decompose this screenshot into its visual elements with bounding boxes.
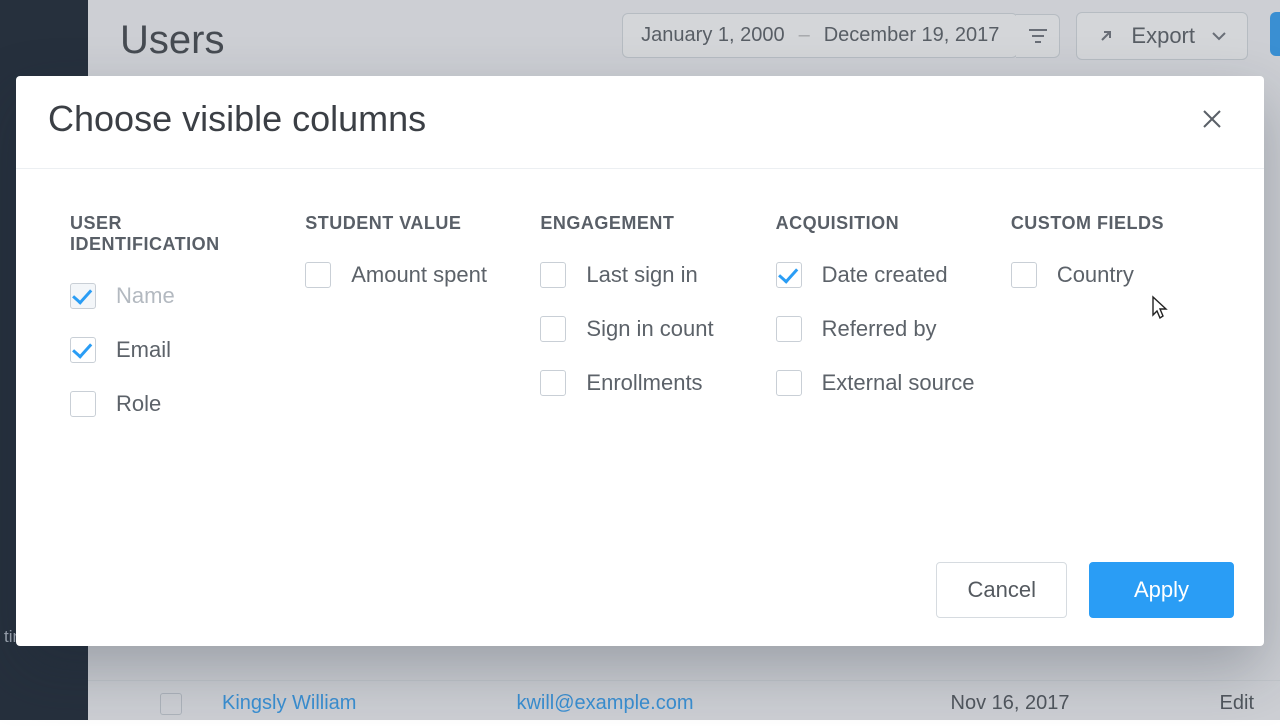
option-label: Date created (822, 262, 948, 288)
column-option[interactable]: Referred by (776, 316, 975, 342)
option-label: Last sign in (586, 262, 697, 288)
checkbox (70, 283, 96, 309)
column-group: STUDENT VALUE Amount spent (305, 213, 504, 534)
column-group: USER IDENTIFICATION Name Email Role (70, 213, 269, 534)
checkbox[interactable] (540, 370, 566, 396)
column-group-heading: CUSTOM FIELDS (1011, 213, 1210, 234)
option-label: Country (1057, 262, 1134, 288)
column-group: CUSTOM FIELDS Country (1011, 213, 1210, 534)
option-label: Amount spent (351, 262, 487, 288)
option-label: Name (116, 283, 175, 309)
close-button[interactable] (1192, 99, 1232, 139)
column-group-heading: STUDENT VALUE (305, 213, 504, 234)
column-option[interactable]: Amount spent (305, 262, 504, 288)
column-option[interactable]: Country (1011, 262, 1210, 288)
option-label: Role (116, 391, 161, 417)
column-option[interactable]: Email (70, 337, 269, 363)
modal-header: Choose visible columns (16, 76, 1264, 169)
option-label: Enrollments (586, 370, 702, 396)
column-option[interactable]: Sign in count (540, 316, 739, 342)
checkbox[interactable] (776, 316, 802, 342)
checkbox[interactable] (540, 262, 566, 288)
column-group: ENGAGEMENT Last sign in Sign in count Enrol… (540, 213, 739, 534)
column-option[interactable]: Date created (776, 262, 975, 288)
column-option[interactable]: Last sign in (540, 262, 739, 288)
apply-button[interactable]: Apply (1089, 562, 1234, 618)
checkbox[interactable] (70, 391, 96, 417)
modal-title: Choose visible columns (48, 98, 426, 140)
checkbox[interactable] (1011, 262, 1037, 288)
checkbox[interactable] (70, 337, 96, 363)
column-option[interactable]: External source (776, 370, 975, 396)
column-option: Name (70, 283, 269, 309)
option-label: Referred by (822, 316, 937, 342)
column-group-heading: USER IDENTIFICATION (70, 213, 269, 255)
column-option[interactable]: Enrollments (540, 370, 739, 396)
modal-body: USER IDENTIFICATION Name Email Role STUDENT … (16, 169, 1264, 544)
close-icon (1201, 108, 1223, 130)
option-label: External source (822, 370, 975, 396)
option-label: Sign in count (586, 316, 713, 342)
modal-footer: Cancel Apply (16, 544, 1264, 646)
column-group-heading: ACQUISITION (776, 213, 975, 234)
column-group: ACQUISITION Date created Referred by Extern… (776, 213, 975, 534)
checkbox[interactable] (540, 316, 566, 342)
column-group-heading: ENGAGEMENT (540, 213, 739, 234)
column-option[interactable]: Role (70, 391, 269, 417)
cancel-button[interactable]: Cancel (936, 562, 1066, 618)
choose-columns-modal: Choose visible columns USER IDENTIFICATI… (16, 76, 1264, 646)
checkbox[interactable] (305, 262, 331, 288)
option-label: Email (116, 337, 171, 363)
checkbox[interactable] (776, 370, 802, 396)
checkbox[interactable] (776, 262, 802, 288)
